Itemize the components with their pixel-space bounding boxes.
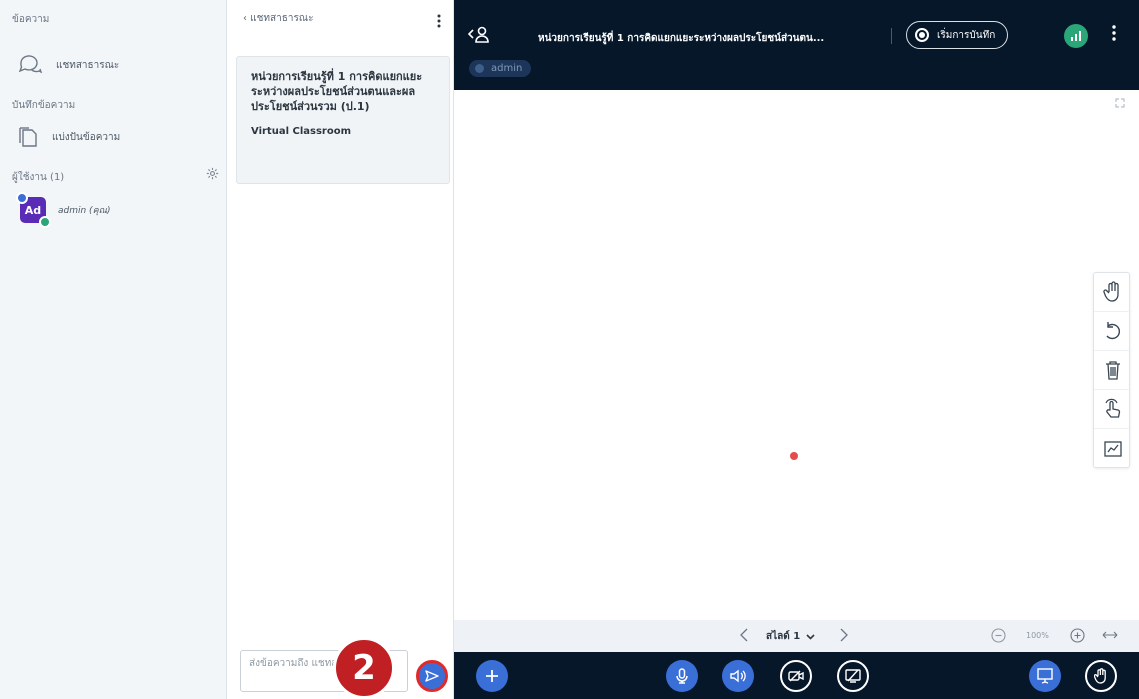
notes-section-title: บันทึกข้อความ xyxy=(12,100,76,111)
plus-icon xyxy=(486,670,498,682)
previous-slide-icon[interactable] xyxy=(740,628,748,642)
avatar-initials: Ad xyxy=(24,203,42,217)
record-label: เริ่มการบันทึก xyxy=(937,29,996,41)
document-icon xyxy=(19,127,37,147)
chat-back-button[interactable]: ‹ แชทสาธารณะ xyxy=(227,0,453,36)
record-icon xyxy=(915,28,929,42)
toggle-userlist-icon[interactable] xyxy=(468,26,490,44)
user-list-sidebar: ข้อความ แชทสาธารณะ บันทึกข้อความ แบ่งปัน… xyxy=(0,0,227,699)
slide-label: สไลด์ 1 xyxy=(766,631,801,642)
zoom-in-icon[interactable] xyxy=(1070,628,1085,643)
raise-hand-icon xyxy=(1094,668,1106,684)
undo-icon xyxy=(1105,322,1120,340)
user-name: admin (คุณ) xyxy=(58,206,111,216)
fit-to-width-icon[interactable] xyxy=(1102,629,1118,641)
next-slide-icon[interactable] xyxy=(840,628,848,642)
send-icon xyxy=(425,670,439,682)
camera-off-icon xyxy=(788,670,804,682)
zoom-out-icon[interactable] xyxy=(991,628,1006,643)
step-number-badge: 2 xyxy=(333,637,395,699)
welcome-title: หน่วยการเรียนรู้ที่ 1 การคิดแยกแยะระหว่า… xyxy=(251,70,423,113)
hand-icon xyxy=(1102,281,1119,302)
presenter-badge-icon xyxy=(39,216,51,228)
gear-icon[interactable] xyxy=(206,167,219,180)
signal-bars-icon xyxy=(1071,31,1081,41)
avatar: Ad xyxy=(16,192,51,228)
chat-header-label: ‹ แชทสาธารณะ xyxy=(243,12,314,24)
tool-undo[interactable] xyxy=(1094,312,1131,351)
welcome-message-card: หน่วยการเรียนรู้ที่ 1 การคิดแยกแยะระหว่า… xyxy=(236,56,450,184)
chat-bubble-icon xyxy=(18,55,42,74)
zoom-level: 100% xyxy=(1026,631,1049,640)
topbar-divider xyxy=(891,28,892,44)
cursor-pointer-dot xyxy=(790,452,798,460)
media-control-bar xyxy=(454,652,1139,699)
public-chat-label: แชทสาธารณะ xyxy=(56,59,120,71)
chart-icon xyxy=(1103,440,1122,457)
actions-button[interactable] xyxy=(476,660,508,692)
presentation-whiteboard[interactable] xyxy=(454,90,1139,620)
more-options-icon[interactable] xyxy=(437,14,441,28)
user-list-item[interactable]: Ad admin (คุณ) xyxy=(16,192,111,228)
moderator-badge-icon xyxy=(16,192,28,204)
speaker-icon xyxy=(730,669,746,683)
screen-share-off-icon xyxy=(845,669,861,683)
slide-selector[interactable]: สไลด์ 1 xyxy=(766,629,815,644)
microphone-icon xyxy=(676,668,688,684)
mute-microphone-button[interactable] xyxy=(666,660,698,692)
restore-presentation-button[interactable] xyxy=(1029,660,1061,692)
users-section-title: ผู้ใช้งาน (1) xyxy=(12,172,65,183)
shared-notes-label: แบ่งปันข้อความ xyxy=(52,131,121,143)
meeting-title: หน่วยการเรียนรู้ที่ 1 การคิดแยกแยะระหว่า… xyxy=(538,33,825,44)
tool-multi-user[interactable] xyxy=(1094,390,1131,429)
connection-status-button[interactable] xyxy=(1064,24,1088,48)
send-message-button[interactable] xyxy=(416,660,448,692)
slide-navigation-bar: สไลด์ 1 100% xyxy=(454,620,1139,652)
welcome-subtitle: Virtual Classroom xyxy=(251,126,351,137)
tool-polling[interactable] xyxy=(1094,429,1131,468)
presentation-icon xyxy=(1037,668,1053,684)
pointer-hand-icon xyxy=(1104,398,1120,418)
messages-section-title: ข้อความ xyxy=(12,14,50,25)
raise-hand-button[interactable] xyxy=(1085,660,1117,692)
trash-icon xyxy=(1105,361,1120,380)
tool-pan[interactable] xyxy=(1094,273,1131,312)
tool-clear[interactable] xyxy=(1094,351,1131,390)
leave-audio-button[interactable] xyxy=(722,660,754,692)
share-webcam-button[interactable] xyxy=(780,660,812,692)
options-menu-icon[interactable] xyxy=(1112,25,1116,41)
meeting-top-bar: หน่วยการเรียนรู้ที่ 1 การคิดแยกแยะระหว่า… xyxy=(454,0,1139,90)
public-chat-panel: ‹ แชทสาธารณะ หน่วยการเรียนรู้ที่ 1 การคิ… xyxy=(227,0,454,699)
fullscreen-icon[interactable] xyxy=(1115,98,1125,108)
annotation-toolbar xyxy=(1093,272,1131,468)
presenter-talking-indicator: admin xyxy=(469,60,532,77)
start-recording-button[interactable]: เริ่มการบันทึก xyxy=(906,21,1009,49)
shared-notes-item[interactable]: แบ่งปันข้อความ xyxy=(18,126,120,148)
share-screen-button[interactable] xyxy=(837,660,869,692)
chevron-down-icon xyxy=(806,633,815,640)
public-chat-item[interactable]: แชทสาธารณะ xyxy=(18,54,119,76)
